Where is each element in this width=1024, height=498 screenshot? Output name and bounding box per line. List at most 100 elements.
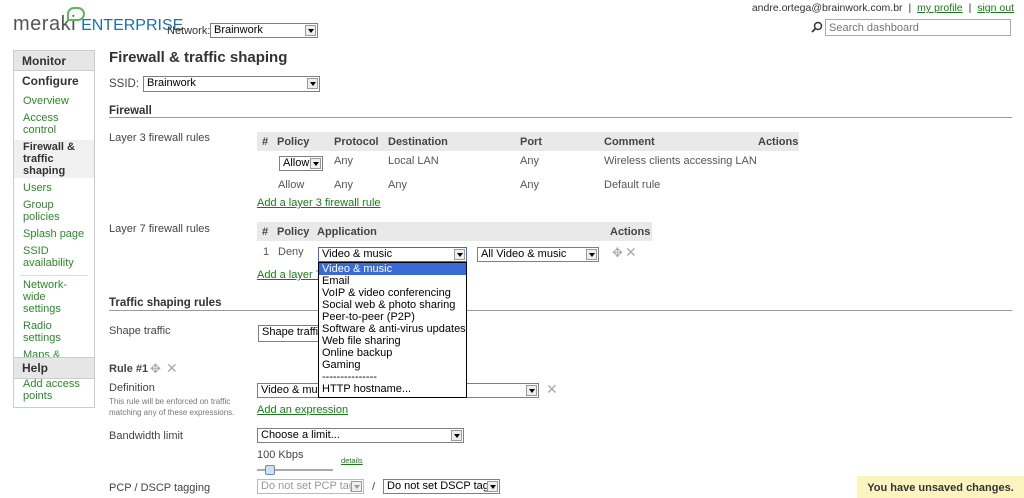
- l7-col-application: Application: [317, 226, 377, 238]
- logo[interactable]: meraki ENTERPRISE: [13, 7, 183, 39]
- definition-label: Definition: [109, 382, 155, 394]
- chevron-down-icon: [487, 481, 498, 492]
- sidebar-item-ssid-availability[interactable]: SSID availability: [14, 244, 94, 270]
- bandwidth-select[interactable]: Choose a limit...: [257, 428, 464, 443]
- dropdown-option[interactable]: Gaming: [319, 359, 466, 371]
- bandwidth-slider[interactable]: [257, 465, 333, 475]
- move-icon[interactable]: ✥: [150, 362, 162, 375]
- delete-icon[interactable]: ✕: [166, 361, 178, 375]
- l3-row1-policy: Allow: [283, 157, 310, 169]
- l3-col-protocol: Protocol: [334, 136, 379, 148]
- bandwidth-kbps: 100 Kbps: [257, 449, 304, 461]
- add-l7-rule-link[interactable]: Add a layer 7: [257, 269, 322, 281]
- add-l3-rule-link[interactable]: Add a layer 3 firewall rule: [257, 197, 381, 209]
- chevron-down-icon: [454, 249, 465, 260]
- nav-monitor[interactable]: Monitor: [14, 51, 94, 71]
- firewall-divider: [109, 117, 1012, 118]
- separator: |: [968, 2, 972, 14]
- dropdown-option[interactable]: Software & anti-virus updates: [319, 323, 466, 335]
- slider-thumb[interactable]: [265, 465, 275, 475]
- sidebar-monitor[interactable]: Monitor: [13, 50, 95, 72]
- dropdown-option[interactable]: ---------------: [319, 371, 466, 383]
- nav-configure[interactable]: Configure: [14, 71, 94, 91]
- search-icon: [811, 21, 823, 33]
- bandwidth-value: Choose a limit...: [261, 429, 340, 441]
- sidebar-item-firewall[interactable]: Firewall & traffic shaping: [14, 140, 94, 178]
- chevron-down-icon: [526, 385, 537, 396]
- ssid-select-value: Brainwork: [147, 77, 196, 89]
- l3-row2-policy: Allow: [278, 179, 305, 191]
- details-link[interactable]: details: [341, 456, 363, 465]
- l3-row2-destination: Any: [388, 179, 407, 191]
- bandwidth-label: Bandwidth limit: [109, 430, 183, 442]
- sidebar-item-splash-page[interactable]: Splash page: [14, 227, 94, 241]
- rule-label: Rule #1: [109, 363, 149, 375]
- delete-icon[interactable]: ✕: [546, 382, 558, 396]
- l7-target-value: All Video & music: [481, 248, 567, 260]
- chevron-down-icon: [307, 78, 318, 89]
- search-input[interactable]: [825, 19, 1011, 36]
- shape-traffic-value: Shape traffic: [262, 326, 324, 338]
- sidebar-help[interactable]: Help: [13, 357, 95, 379]
- l7-application-value: Video & music: [322, 248, 393, 260]
- dropdown-option[interactable]: Email: [319, 275, 466, 287]
- pcp-select[interactable]: Do not set PCP tag: [257, 479, 364, 494]
- sidebar-item-group-policies[interactable]: Group policies: [14, 198, 94, 224]
- l7-col-policy: Policy: [277, 226, 310, 238]
- chevron-down-icon: [305, 25, 316, 36]
- shaping-heading: Traffic shaping rules: [109, 297, 222, 309]
- l3-row2-protocol: Any: [334, 179, 353, 191]
- sign-out-link[interactable]: sign out: [977, 2, 1014, 14]
- dropdown-option[interactable]: Video & music: [319, 263, 466, 275]
- l7-target-select[interactable]: All Video & music: [477, 247, 599, 262]
- sidebar-item-access-control[interactable]: Access control: [14, 111, 94, 137]
- ssid-select[interactable]: Brainwork: [143, 76, 320, 92]
- user-email: andre.ortega@brainwork.com.br: [751, 2, 903, 14]
- pcp-value: Do not set PCP tag: [261, 480, 355, 492]
- unsaved-changes-banner: You have unsaved changes.: [857, 476, 1024, 498]
- shape-traffic-label: Shape traffic: [109, 325, 171, 337]
- sidebar-item-network-wide[interactable]: Network-wide settings: [14, 278, 94, 316]
- dropdown-option[interactable]: Peer-to-peer (P2P): [319, 311, 466, 323]
- l3-row1-protocol: Any: [334, 155, 353, 167]
- l3-row2-port: Any: [520, 179, 539, 191]
- l7-row1-policy: Deny: [278, 246, 304, 258]
- dropdown-option[interactable]: Social web & photo sharing: [319, 299, 466, 311]
- sidebar-item-users[interactable]: Users: [14, 181, 94, 195]
- l3-row1-port: Any: [520, 155, 539, 167]
- dscp-value: Do not set DSCP tag: [387, 480, 489, 492]
- firewall-heading: Firewall: [109, 105, 152, 117]
- l3-row1-comment: Wireless clients accessing LAN: [604, 155, 757, 167]
- nav-help[interactable]: Help: [14, 358, 94, 378]
- shaping-divider: [109, 310, 1012, 311]
- application-dropdown-list[interactable]: Video & music Email VoIP & video conferenc…: [318, 262, 467, 398]
- network-select[interactable]: Brainwork: [210, 23, 318, 38]
- l7-col-actions: Actions: [610, 226, 651, 238]
- sidebar-item-radio-settings[interactable]: Radio settings: [14, 319, 94, 345]
- dropdown-option[interactable]: Online backup: [319, 347, 466, 359]
- l7-application-select[interactable]: Video & music: [318, 247, 467, 262]
- my-profile-link[interactable]: my profile: [917, 2, 963, 14]
- page-title: Firewall & traffic shaping: [109, 49, 288, 66]
- dropdown-option[interactable]: VoIP & video conferencing: [319, 287, 466, 299]
- add-expression-link[interactable]: Add an expression: [257, 404, 348, 416]
- l3-col-comment: Comment: [604, 136, 655, 148]
- move-icon[interactable]: ✥: [612, 246, 624, 259]
- definition-note: This rule will be enforced on traffic ma…: [109, 397, 235, 417]
- delete-icon[interactable]: ✕: [625, 245, 637, 259]
- chevron-down-icon: [586, 249, 597, 260]
- sidebar-item-add-access-points[interactable]: Add access points: [14, 377, 94, 403]
- dropdown-option[interactable]: HTTP hostname...: [319, 383, 466, 395]
- l3-label: Layer 3 firewall rules: [109, 132, 210, 144]
- dscp-select[interactable]: Do not set DSCP tag: [383, 479, 500, 494]
- chevron-down-icon: [451, 430, 462, 441]
- ssid-label: SSID:: [109, 78, 140, 90]
- l3-row1-destination: Local LAN: [388, 155, 439, 167]
- sidebar-item-overview[interactable]: Overview: [14, 94, 94, 108]
- dropdown-option[interactable]: Web file sharing: [319, 335, 466, 347]
- l3-row1-policy-select[interactable]: Allow: [279, 156, 323, 171]
- meraki-leaf-icon: [67, 7, 85, 21]
- separator: |: [908, 2, 912, 14]
- definition-value: Video & mus: [261, 384, 324, 396]
- l3-row2-comment: Default rule: [604, 179, 661, 191]
